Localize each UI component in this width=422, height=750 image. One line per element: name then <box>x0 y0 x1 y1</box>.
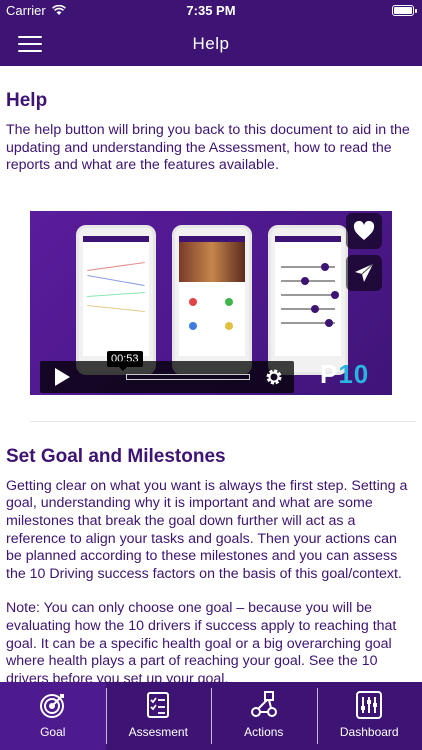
network-icon <box>250 691 277 717</box>
tab-actions[interactable]: Actions <box>211 682 317 750</box>
tab-assesment[interactable]: Assesment <box>105 682 212 750</box>
video-player[interactable]: 00:53 P10 <box>30 210 392 395</box>
page-title: Help <box>192 34 230 53</box>
tab-dashboard-label: Dashboard <box>339 725 399 739</box>
tab-bar: Goal Assesment Actions Dashboard <box>0 682 422 750</box>
tab-actions-label: Actions <box>244 725 284 739</box>
heart-icon <box>353 220 375 240</box>
help-body: The help button will bring you back to t… <box>6 122 410 174</box>
video-progress-bar[interactable] <box>126 373 250 380</box>
video-logo: P10 <box>320 358 370 389</box>
phone-mockup-set-goals <box>172 224 252 375</box>
tab-goal[interactable]: Goal <box>0 682 106 750</box>
phone-mockup-assessment <box>268 224 348 375</box>
set-goal-heading: Set Goal and Milestones <box>6 445 226 467</box>
target-icon <box>39 694 64 718</box>
video-controls <box>40 360 294 393</box>
status-bar: Carrier 7:35 PM <box>0 0 422 22</box>
tab-dashboard[interactable]: Dashboard <box>316 682 422 750</box>
help-content[interactable]: Help The help button will bring you back… <box>0 66 422 682</box>
set-goal-paragraph-2: Note: You can only choose one goal – bec… <box>6 600 397 682</box>
tab-goal-label: Goal <box>40 725 66 739</box>
clock: 7:35 PM <box>186 3 236 18</box>
set-goal-paragraph-1: Getting clear on what you want is always… <box>6 477 408 582</box>
nav-bar: Help <box>0 22 422 66</box>
like-button[interactable] <box>346 212 382 249</box>
checklist-icon <box>147 692 170 718</box>
divider <box>30 420 416 422</box>
gear-icon[interactable] <box>264 367 284 387</box>
sliders-icon <box>356 691 383 719</box>
paper-plane-icon <box>355 263 374 282</box>
battery-icon <box>392 5 417 16</box>
help-heading: Help <box>6 90 48 111</box>
tab-assesment-label: Assesment <box>128 725 188 739</box>
share-button[interactable] <box>346 254 382 291</box>
play-button[interactable] <box>40 361 84 393</box>
